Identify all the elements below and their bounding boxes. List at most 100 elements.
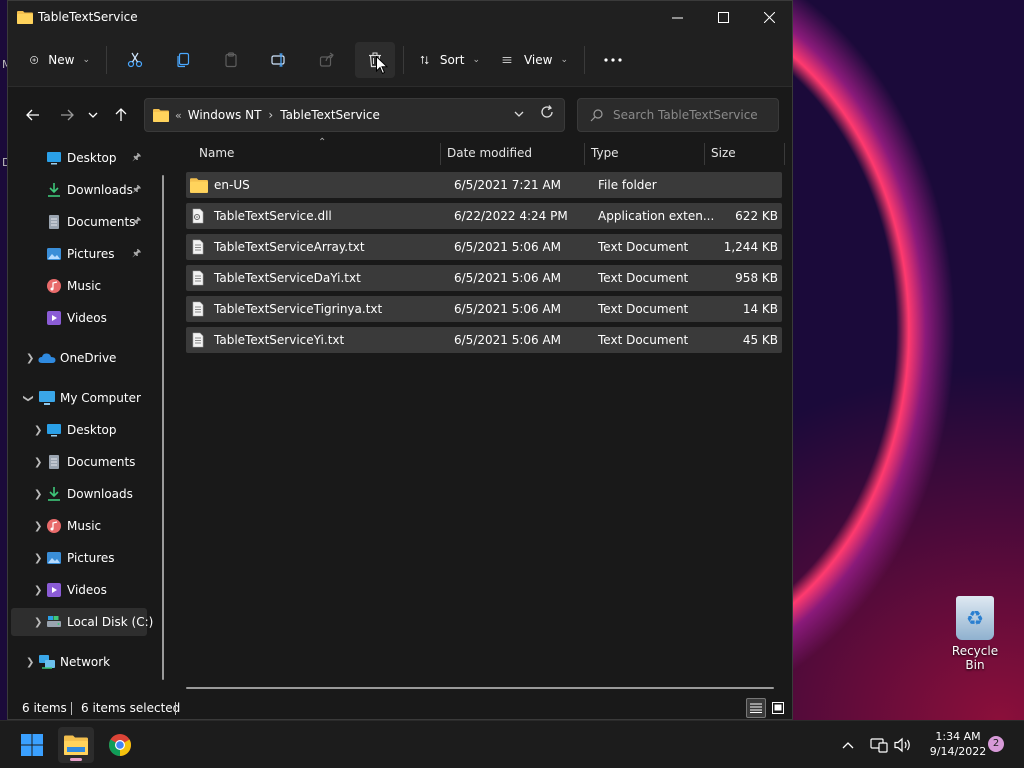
sidebar-scrollbar[interactable] xyxy=(162,175,164,680)
sidebar-item-computer-desktop[interactable]: ❯ Desktop xyxy=(8,416,148,444)
chevron-right-icon[interactable]: ❯ xyxy=(34,425,42,436)
sidebar-item-computer-videos[interactable]: ❯ Videos xyxy=(8,576,148,604)
address-bar[interactable]: « Windows NT › TableTextService xyxy=(144,98,565,132)
file-date: 6/5/2021 5:06 AM xyxy=(454,333,562,347)
column-header-size[interactable]: Size xyxy=(711,146,736,160)
taskbar-chrome[interactable] xyxy=(102,727,138,763)
sidebar-item-my-computer[interactable]: ❯ My Computer xyxy=(8,384,148,412)
up-button[interactable] xyxy=(106,100,136,130)
file-row[interactable]: TableTextService.dll 6/22/2022 4:24 PM A… xyxy=(186,203,782,229)
chevron-right-icon[interactable]: ❯ xyxy=(34,617,42,628)
file-row[interactable]: en-US 6/5/2021 7:21 AM File folder xyxy=(186,172,782,198)
sidebar-item-videos[interactable]: Videos xyxy=(8,304,148,332)
paste-button[interactable] xyxy=(211,42,251,78)
sidebar-item-downloads[interactable]: Downloads 🖈 xyxy=(8,176,148,204)
new-button[interactable]: New ⌄ xyxy=(22,42,98,78)
tiles-view-button[interactable] xyxy=(768,698,788,718)
sort-button[interactable]: Sort ⌄ xyxy=(412,42,488,78)
chevron-right-icon[interactable]: ❯ xyxy=(26,353,34,364)
horizontal-scrollbar[interactable] xyxy=(186,687,774,689)
download-icon xyxy=(48,487,60,501)
address-dropdown-button[interactable] xyxy=(514,107,524,120)
search-input[interactable] xyxy=(613,108,773,122)
details-view-button[interactable] xyxy=(746,698,766,718)
sidebar-item-label: Downloads xyxy=(67,487,133,501)
document-icon xyxy=(49,455,59,469)
sidebar-item-music[interactable]: Music xyxy=(8,272,148,300)
column-header-name[interactable]: Name xyxy=(199,146,234,160)
chevron-right-icon[interactable]: ❯ xyxy=(34,521,42,532)
file-explorer-window: TableTextService New ⌄ Sort ⌄ View ⌄ « W… xyxy=(7,0,793,720)
pin-icon[interactable]: 🖈 xyxy=(132,246,141,263)
chevron-right-icon[interactable]: ❯ xyxy=(34,553,42,564)
cut-button[interactable] xyxy=(115,42,155,78)
command-bar: New ⌄ Sort ⌄ View ⌄ xyxy=(8,33,792,87)
videos-icon xyxy=(47,311,61,325)
file-row[interactable]: TableTextServiceArray.txt 6/5/2021 5:06 … xyxy=(186,234,782,260)
chevron-down-icon[interactable]: ❯ xyxy=(23,394,34,402)
document-icon xyxy=(49,215,59,229)
sidebar-item-network[interactable]: ❯ Network xyxy=(8,648,148,676)
breadcrumb-tabletextservice[interactable]: TableTextService xyxy=(280,108,380,122)
volume-button[interactable] xyxy=(894,721,912,768)
sidebar-item-local-disk[interactable]: ❯ Local Disk (C:) xyxy=(11,608,153,636)
column-divider[interactable] xyxy=(440,143,441,165)
clock-button[interactable]: 1:34 AM 9/14/2022 xyxy=(918,729,998,759)
network-status-button[interactable] xyxy=(870,721,888,768)
minimize-button[interactable] xyxy=(654,1,700,33)
sidebar-item-computer-pictures[interactable]: ❯ Pictures xyxy=(8,544,148,572)
file-type: Text Document xyxy=(598,271,689,285)
breadcrumb-windows-nt[interactable]: Windows NT xyxy=(188,108,262,122)
chevron-right-icon[interactable]: ❯ xyxy=(34,585,42,596)
recent-locations-button[interactable] xyxy=(82,100,104,130)
file-row[interactable]: TableTextServiceDaYi.txt 6/5/2021 5:06 A… xyxy=(186,265,782,291)
column-divider[interactable] xyxy=(704,143,705,165)
column-header-type[interactable]: Type xyxy=(591,146,619,160)
back-button[interactable] xyxy=(18,100,48,130)
search-box[interactable] xyxy=(577,98,779,132)
pin-icon[interactable]: 🖈 xyxy=(132,182,141,199)
file-date: 6/5/2021 5:06 AM xyxy=(454,271,562,285)
forward-button[interactable] xyxy=(52,100,82,130)
recycle-bin-shortcut[interactable]: Recycle Bin xyxy=(944,596,1006,672)
share-button[interactable] xyxy=(307,42,347,78)
copy-icon xyxy=(177,52,190,67)
sidebar-item-computer-documents[interactable]: ❯ Documents xyxy=(8,448,148,476)
download-icon xyxy=(48,183,60,197)
pin-icon[interactable]: 🖈 xyxy=(132,150,141,167)
delete-button[interactable] xyxy=(355,41,395,78)
notification-badge[interactable]: 2 xyxy=(988,736,1004,752)
column-header-date[interactable]: Date modified xyxy=(447,146,532,160)
maximize-button[interactable] xyxy=(700,1,746,33)
file-type: Text Document xyxy=(598,333,689,347)
more-icon xyxy=(604,57,622,62)
start-button[interactable] xyxy=(14,727,50,763)
view-button[interactable]: View ⌄ xyxy=(494,42,576,78)
copy-button[interactable] xyxy=(163,42,203,78)
taskbar-file-explorer[interactable] xyxy=(58,727,94,763)
pin-icon[interactable]: 🖈 xyxy=(132,214,141,231)
sidebar-item-onedrive[interactable]: ❯ OneDrive xyxy=(8,344,148,372)
sidebar-item-computer-downloads[interactable]: ❯ Downloads xyxy=(8,480,148,508)
sidebar-item-pictures[interactable]: Pictures 🖈 xyxy=(8,240,148,268)
close-button[interactable] xyxy=(746,1,792,33)
file-row[interactable]: TableTextServiceYi.txt 6/5/2021 5:06 AM … xyxy=(186,327,782,353)
refresh-button[interactable] xyxy=(540,105,554,123)
arrow-right-icon xyxy=(61,109,74,121)
show-hidden-icons-button[interactable] xyxy=(842,721,854,768)
sidebar-item-label: Local Disk (C:) xyxy=(67,615,154,629)
sidebar-item-documents[interactable]: Documents 🖈 xyxy=(8,208,148,236)
search-icon xyxy=(590,108,603,121)
chevron-right-icon[interactable]: ❯ xyxy=(34,457,42,468)
title-bar[interactable]: TableTextService xyxy=(8,1,792,33)
sidebar-item-desktop[interactable]: Desktop 🖈 xyxy=(8,144,148,172)
file-row[interactable]: TableTextServiceTigrinya.txt 6/5/2021 5:… xyxy=(186,296,782,322)
column-divider[interactable] xyxy=(584,143,585,165)
chevron-right-icon[interactable]: ❯ xyxy=(26,657,34,668)
breadcrumb-overflow[interactable]: « xyxy=(175,109,182,122)
rename-button[interactable] xyxy=(259,42,299,78)
column-divider[interactable] xyxy=(784,143,785,165)
chevron-right-icon[interactable]: ❯ xyxy=(34,489,42,500)
more-options-button[interactable] xyxy=(593,42,633,78)
sidebar-item-computer-music[interactable]: ❯ Music xyxy=(8,512,148,540)
